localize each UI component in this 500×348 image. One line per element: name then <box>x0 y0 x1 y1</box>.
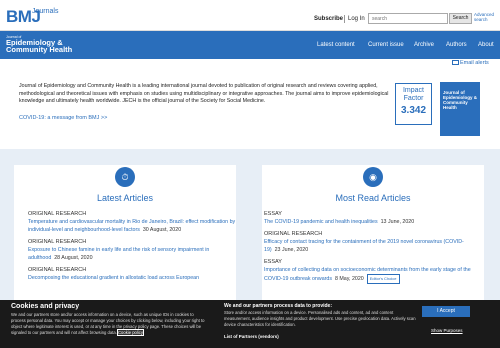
list-item: ORIGINAL RESEARCH Exposure to Chinese fa… <box>28 238 242 262</box>
article-date: 30 August, 2020 <box>142 227 182 233</box>
email-alerts-link[interactable]: Email alerts <box>460 60 489 66</box>
article-date: 8 May, 2020 <box>334 276 364 282</box>
journal-title-main: Epidemiology & Community Health <box>6 38 73 54</box>
impact-factor-value: 3.342 <box>400 105 427 116</box>
list-item: ORIGINAL RESEARCH Efficacy of contact tr… <box>264 230 478 254</box>
stopwatch-icon: ⏱ <box>115 167 135 187</box>
article-section: ORIGINAL RESEARCH <box>28 267 87 273</box>
cookie-body-text: We and our partners store and/or access … <box>11 312 205 335</box>
article-date: 23 June, 2020 <box>274 247 309 253</box>
nav-archive[interactable]: Archive <box>414 42 434 48</box>
article-link[interactable]: The COVID-19 pandemic and health inequal… <box>264 219 378 225</box>
cookie-body: We and our partners store and/or access … <box>11 312 209 336</box>
article-link[interactable]: Temperature and cardiovascular mortality… <box>28 219 235 233</box>
most-read-title: Most Read Articles <box>335 193 411 203</box>
article-section: ORIGINAL RESEARCH <box>28 239 87 245</box>
latest-articles-title: Latest Articles <box>96 193 154 203</box>
cookie-policy-link[interactable]: Cookie policy <box>117 329 144 336</box>
list-item: ORIGINAL RESEARCH Decomposing the educat… <box>28 266 242 282</box>
list-item: ESSAY Importance of collecting data on s… <box>264 258 478 284</box>
impact-factor-label: Impact Factor <box>402 87 424 102</box>
nav-authors[interactable]: Authors <box>446 42 467 48</box>
list-of-partners-link[interactable]: List of Partners (vendors) <box>224 334 279 339</box>
journal-title[interactable]: Journal of Epidemiology & Community Heal… <box>6 35 72 53</box>
nav-latest-content[interactable]: Latest content <box>317 42 355 48</box>
article-section: ORIGINAL RESEARCH <box>28 211 87 217</box>
advanced-search-link[interactable]: Advanced search <box>474 12 498 22</box>
article-section: ESSAY <box>264 211 282 217</box>
cookie-purposes-title: We and our partners process data to prov… <box>224 303 332 309</box>
search-button[interactable]: Search <box>449 13 472 24</box>
article-date: 28 August, 2020 <box>54 255 93 261</box>
most-read-list: ESSAY The COVID-19 pandemic and health i… <box>264 206 478 284</box>
nav-current-issue[interactable]: Current issue <box>368 42 404 48</box>
latest-articles-list: ORIGINAL RESEARCH Temperature and cardio… <box>28 206 242 282</box>
subscribe-link[interactable]: Subscribe <box>314 16 343 22</box>
login-link[interactable]: Log In <box>348 16 365 22</box>
impact-factor-box: Impact Factor 3.342 <box>395 83 432 125</box>
envelope-icon <box>452 60 459 65</box>
eye-icon: ◉ <box>363 167 383 187</box>
show-purposes-link[interactable]: Show Purposes <box>431 328 463 333</box>
covid-message-link[interactable]: COVID-19: a message from BMJ >> <box>19 115 107 121</box>
journal-cover-image[interactable]: Journal of Epidemiology & Community Heal… <box>440 82 480 136</box>
cookie-purposes-body: Store and/or access information on a dev… <box>224 310 416 327</box>
search-input[interactable] <box>368 13 448 24</box>
article-date: 13 June, 2020 <box>380 219 415 225</box>
article-section: ORIGINAL RESEARCH <box>264 231 323 237</box>
list-item: ESSAY The COVID-19 pandemic and health i… <box>264 210 478 226</box>
cookie-title: Cookies and privacy <box>11 303 80 310</box>
divider <box>344 15 345 23</box>
accept-button[interactable]: I Accept <box>422 306 470 317</box>
journals-label: Journals <box>32 8 59 15</box>
article-section: ESSAY <box>264 259 282 265</box>
editors-choice-badge: Editor's Choice <box>366 274 400 284</box>
journal-intro: Journal of Epidemiology and Community He… <box>19 83 389 105</box>
article-link[interactable]: Decomposing the educational gradient in … <box>28 275 199 281</box>
list-item: ORIGINAL RESEARCH Temperature and cardio… <box>28 210 242 234</box>
nav-about[interactable]: About <box>478 42 494 48</box>
